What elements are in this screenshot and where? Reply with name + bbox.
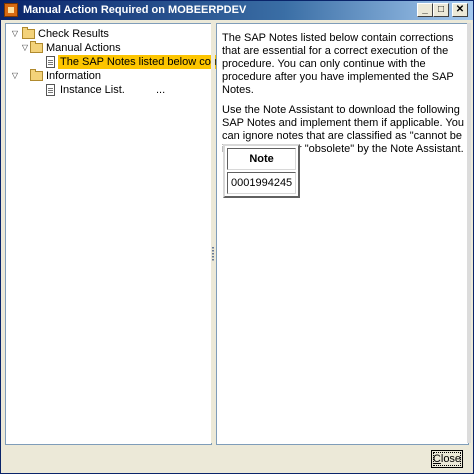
vertical-scrollbar[interactable] [467, 23, 471, 443]
tree-node-label: Information [46, 70, 102, 82]
close-button-mnemonic: C [432, 453, 441, 465]
tree-node-manual-actions[interactable]: ▽ Manual Actions [10, 41, 200, 55]
tree-node-label: Check Results [38, 28, 109, 40]
maximize-button[interactable]: □ [433, 3, 449, 17]
document-icon [46, 56, 55, 68]
folder-icon [30, 41, 43, 53]
check-results-tree: ▽ Check Results ▽ Manual Actions The SAP… [5, 23, 238, 445]
tree-node-ellipsis: ... [156, 84, 166, 96]
expand-toggle-icon[interactable]: ▽ [10, 27, 20, 41]
expand-toggle-icon[interactable]: ▽ [10, 69, 20, 83]
table-row: 0001994245 [227, 172, 297, 194]
sap-notes-table: Note 0001994245 [223, 144, 301, 198]
note-number-cell[interactable]: 0001994245 [227, 172, 297, 194]
document-icon [46, 84, 55, 96]
title-bar[interactable]: Manual Action Required on MOBEERPDEV _ □… [1, 1, 473, 20]
details-pane: The SAP Notes listed below contain corre… [216, 23, 469, 445]
folder-icon [30, 69, 43, 81]
tree-node-check-results[interactable]: ▽ Check Results [10, 27, 200, 41]
tree-node-sap-notes[interactable]: The SAP Notes listed below conta... [10, 55, 238, 69]
close-window-button[interactable]: ✕ [452, 3, 468, 17]
tree-node-label: Manual Actions [46, 42, 121, 54]
details-paragraph-1: The SAP Notes listed below contain corre… [222, 32, 454, 96]
pane-splitter[interactable] [211, 23, 215, 443]
window-title: Manual Action Required on MOBEERPDEV [23, 4, 247, 16]
minimize-button[interactable]: _ [417, 3, 433, 17]
expand-toggle-icon[interactable]: ▽ [20, 41, 30, 55]
tree-node-instance-list[interactable]: Instance List. ... [10, 83, 200, 97]
dialog-window: Manual Action Required on MOBEERPDEV _ □… [0, 0, 474, 474]
close-button[interactable]: Close [431, 450, 463, 468]
splitter-grip-icon[interactable] [212, 247, 214, 261]
table-header-note: Note [227, 148, 297, 170]
folder-icon [22, 27, 35, 39]
tree-node-label: Instance List. [60, 84, 125, 96]
tree-node-information[interactable]: ▽ Information [10, 69, 200, 83]
close-button-label: lose [440, 453, 462, 465]
sap-app-icon [4, 3, 18, 17]
